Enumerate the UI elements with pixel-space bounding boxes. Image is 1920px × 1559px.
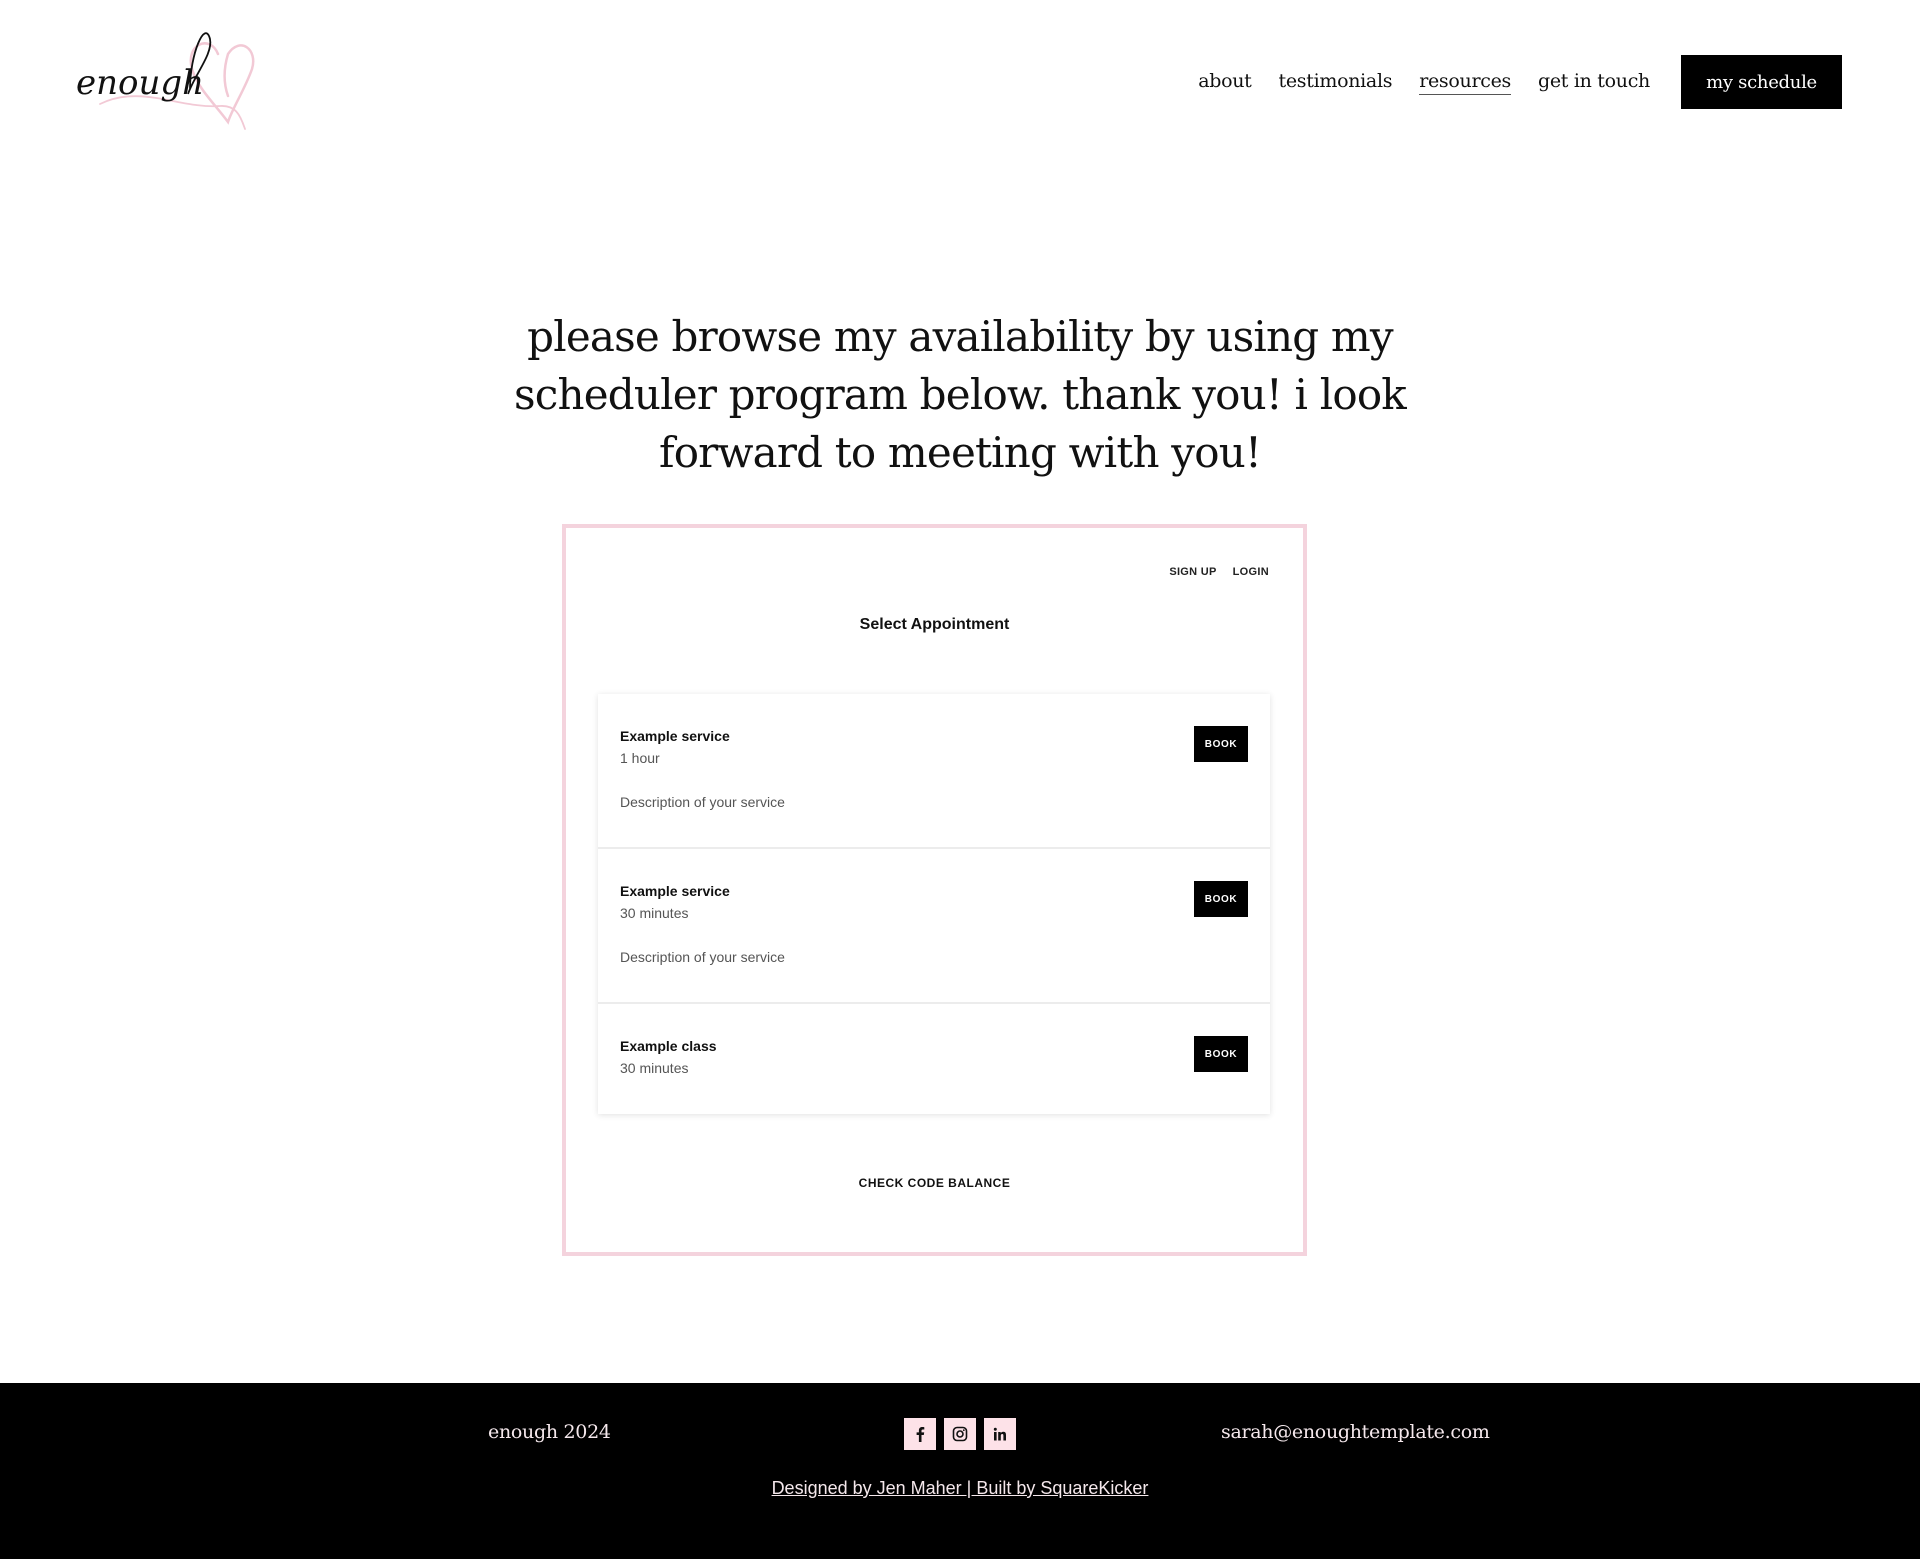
- check-code-balance-link[interactable]: CHECK CODE BALANCE: [859, 1176, 1011, 1190]
- sign-up-link[interactable]: SIGN UP: [1169, 566, 1216, 578]
- service-name: Example service: [620, 728, 730, 744]
- nav-get-in-touch[interactable]: get in touch: [1538, 70, 1650, 94]
- linkedin-icon: [993, 1427, 1006, 1441]
- account-links: SIGN UP LOGIN: [1169, 566, 1269, 578]
- service-description: Description of your service: [620, 794, 785, 810]
- service-description: Description of your service: [620, 949, 785, 965]
- main-nav: about testimonials resources get in touc…: [1198, 55, 1842, 109]
- service-duration: 30 minutes: [620, 1060, 689, 1076]
- service-duration: 1 hour: [620, 750, 660, 766]
- nav-about[interactable]: about: [1198, 70, 1252, 94]
- check-code-balance-row: CHECK CODE BALANCE: [566, 1176, 1303, 1190]
- services-list: Example service 1 hour Description of yo…: [598, 694, 1270, 1114]
- scheduler-frame: SIGN UP LOGIN Select Appointment Example…: [562, 524, 1307, 1256]
- linkedin-link[interactable]: [984, 1418, 1016, 1450]
- nav-testimonials[interactable]: testimonials: [1279, 70, 1393, 94]
- service-row: Example service 1 hour Description of yo…: [598, 694, 1270, 849]
- footer-email-link[interactable]: sarah@enoughtemplate.com: [1221, 1421, 1490, 1443]
- site-logo[interactable]: enough: [70, 14, 280, 144]
- intro-line: please browse my availability by using m…: [527, 312, 1394, 361]
- facebook-link[interactable]: [904, 1418, 936, 1450]
- book-button[interactable]: BOOK: [1194, 1036, 1248, 1072]
- login-link[interactable]: LOGIN: [1233, 566, 1269, 578]
- book-button[interactable]: BOOK: [1194, 726, 1248, 762]
- instagram-icon: [952, 1426, 968, 1442]
- credit-link[interactable]: Designed by Jen Maher | Built by SquareK…: [772, 1478, 1149, 1498]
- logo-graphic: enough: [76, 32, 255, 130]
- book-button[interactable]: BOOK: [1194, 881, 1248, 917]
- footer-credit: Designed by Jen Maher | Built by SquareK…: [0, 1478, 1920, 1499]
- logo-text: enough: [76, 63, 204, 103]
- select-appointment-title: Select Appointment: [859, 616, 1010, 633]
- service-name: Example class: [620, 1038, 717, 1054]
- social-links: [904, 1418, 1016, 1450]
- footer-copyright: enough 2024: [488, 1421, 611, 1443]
- intro-line: scheduler program below. thank you! i lo…: [514, 370, 1407, 419]
- my-schedule-button[interactable]: my schedule: [1681, 55, 1842, 109]
- service-duration: 30 minutes: [620, 905, 689, 921]
- instagram-link[interactable]: [944, 1418, 976, 1450]
- nav-resources[interactable]: resources: [1419, 70, 1511, 95]
- facebook-icon: [916, 1427, 925, 1442]
- intro-heading: please browse my availability by using m…: [440, 308, 1480, 482]
- intro-line: forward to meeting with you!: [658, 428, 1262, 477]
- service-row: Example service 30 minutes Description o…: [598, 849, 1270, 1004]
- service-row: Example class 30 minutes BOOK: [598, 1004, 1270, 1114]
- service-name: Example service: [620, 883, 730, 899]
- site-footer: enough 2024 sarah@enoughtemplate.com Des…: [0, 1383, 1920, 1559]
